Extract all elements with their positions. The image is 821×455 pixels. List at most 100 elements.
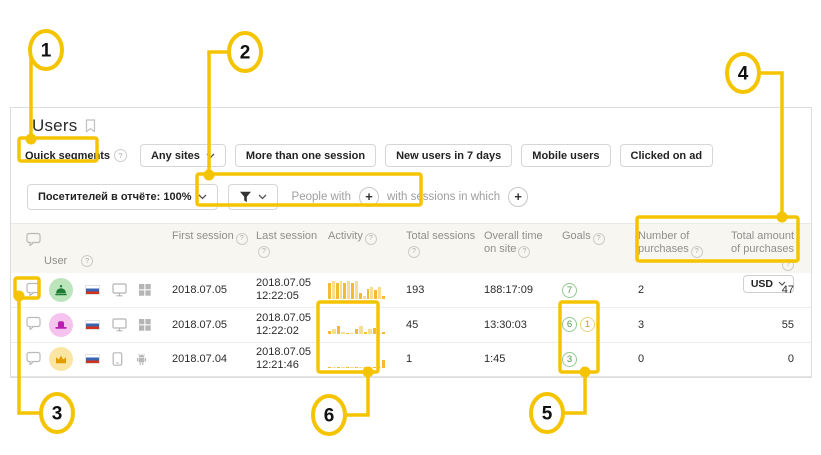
activity-bar xyxy=(341,332,344,334)
funnel-icon xyxy=(239,191,252,203)
activity-bar xyxy=(343,283,346,300)
quick-segments-text: Quick segments xyxy=(25,150,110,162)
table-row[interactable]: 2018.07.04 2018.07.05 12:21:46 1 1:45 3 … xyxy=(11,342,811,376)
activity-bar xyxy=(347,281,350,299)
help-icon[interactable]: ? xyxy=(593,233,605,245)
cell-total-sessions: 1 xyxy=(398,353,476,365)
cell-goals: 61 xyxy=(554,317,630,332)
goal-badge[interactable]: 3 xyxy=(562,352,577,367)
col-amount[interactable]: Total amount of purchases? USD xyxy=(714,224,811,293)
page-title: Users xyxy=(32,116,77,136)
svg-text:3: 3 xyxy=(52,404,63,425)
activity-bar xyxy=(328,283,331,299)
user-avatar[interactable] xyxy=(49,313,73,337)
activity-bar xyxy=(332,367,335,368)
windows-icon xyxy=(139,319,151,331)
comment-icon[interactable] xyxy=(26,316,41,330)
table-row[interactable]: 2018.07.05 2018.07.05 12:22:02 45 13:30:… xyxy=(11,307,811,341)
cell-last-session: 2018.07.05 12:21:46 xyxy=(248,346,320,372)
chevron-down-icon xyxy=(258,194,267,200)
goal-badge[interactable]: 7 xyxy=(562,283,577,298)
activity-bar xyxy=(341,367,344,368)
col-purchases[interactable]: Number of purchases? xyxy=(630,224,714,293)
activity-bar xyxy=(332,329,335,334)
col-first-session[interactable]: First session? xyxy=(164,224,248,293)
add-session-condition-button[interactable]: + xyxy=(508,187,528,207)
help-icon[interactable]: ? xyxy=(408,246,420,258)
cell-overall-time: 13:30:03 xyxy=(476,319,554,331)
help-icon[interactable]: ? xyxy=(236,233,248,245)
table-body: 2018.07.05 2018.07.05 12:22:05 193 188:1… xyxy=(11,273,811,377)
activity-bar xyxy=(346,333,349,334)
crown-icon xyxy=(54,353,68,365)
with-sessions-label: with sessions in which xyxy=(387,191,500,203)
help-icon[interactable]: ? xyxy=(691,246,703,258)
segment-builder: People with + with sessions in which + xyxy=(292,187,529,207)
svg-text:4: 4 xyxy=(738,64,749,85)
goal-badge[interactable]: 1 xyxy=(580,317,595,332)
activity-bar xyxy=(337,326,340,334)
help-icon[interactable]: ? xyxy=(81,255,93,267)
activity-bar xyxy=(368,367,371,368)
android-icon xyxy=(135,353,148,366)
svg-text:2: 2 xyxy=(240,43,251,64)
help-icon[interactable]: ? xyxy=(518,246,530,258)
activity-bar xyxy=(378,287,381,300)
help-icon[interactable]: ? xyxy=(114,149,127,162)
activity-bar xyxy=(359,326,362,334)
user-avatar[interactable] xyxy=(49,278,73,302)
cell-amount: 0 xyxy=(714,353,811,365)
activity-bar xyxy=(370,287,373,299)
activity-bar xyxy=(351,283,354,299)
activity-bar xyxy=(374,290,377,299)
comment-icon[interactable] xyxy=(26,282,41,296)
add-user-condition-button[interactable]: + xyxy=(359,187,379,207)
activity-bar xyxy=(328,331,331,334)
windows-icon xyxy=(139,284,151,296)
activity-bar xyxy=(377,367,380,368)
cell-last-session: 2018.07.05 12:22:05 xyxy=(248,277,320,303)
segment-button-clicked-on-ad[interactable]: Clicked on ad xyxy=(620,144,714,167)
comment-icon[interactable] xyxy=(26,351,41,365)
cell-first-session: 2018.07.04 xyxy=(164,353,248,365)
segment-button-mobile-users[interactable]: Mobile users xyxy=(521,144,610,167)
visitors-in-report-select[interactable]: Посетителей в отчёте: 100% xyxy=(27,184,218,210)
cell-purchases: 2 xyxy=(630,284,714,296)
help-icon[interactable]: ? xyxy=(258,246,270,258)
chevron-down-icon xyxy=(198,194,207,200)
activity-sparkline xyxy=(328,316,385,334)
activity-bar xyxy=(367,289,370,299)
cell-total-sessions: 45 xyxy=(398,319,476,331)
activity-bar xyxy=(350,367,353,368)
segment-button-any-sites[interactable]: Any sites xyxy=(140,144,226,167)
segment-button-new-users-7-days[interactable]: New users in 7 days xyxy=(385,144,512,167)
cell-amount: 55 xyxy=(714,319,811,331)
cell-first-session: 2018.07.05 xyxy=(164,319,248,331)
svg-text:1: 1 xyxy=(41,41,52,62)
user-avatar[interactable] xyxy=(49,347,73,371)
bookmark-icon[interactable] xyxy=(85,119,96,133)
activity-bar xyxy=(332,281,335,299)
activity-bar xyxy=(359,367,362,368)
filter-button[interactable] xyxy=(228,184,278,210)
col-total-sessions[interactable]: Total sessions? xyxy=(398,224,476,293)
goal-badge[interactable]: 6 xyxy=(562,317,577,332)
users-report-panel: Users Quick segments ? Any sites More th… xyxy=(10,107,812,378)
segment-button-more-than-one-session[interactable]: More than one session xyxy=(235,144,376,167)
desktop-icon xyxy=(112,318,127,332)
cell-overall-time: 1:45 xyxy=(476,353,554,365)
col-overall-time[interactable]: Overall time on site? xyxy=(476,224,554,293)
activity-bar xyxy=(359,293,362,299)
activity-bar xyxy=(350,333,353,334)
activity-bar xyxy=(355,329,358,334)
desktop-icon xyxy=(112,283,127,297)
cell-purchases: 3 xyxy=(630,319,714,331)
activity-bar xyxy=(382,360,385,369)
activity-bar xyxy=(377,333,380,334)
svg-text:5: 5 xyxy=(542,404,553,425)
help-icon[interactable]: ? xyxy=(365,233,377,245)
cell-goals: 3 xyxy=(554,352,630,367)
activity-bar xyxy=(355,281,358,299)
help-icon[interactable]: ? xyxy=(782,259,794,271)
cell-overall-time: 188:17:09 xyxy=(476,284,554,296)
